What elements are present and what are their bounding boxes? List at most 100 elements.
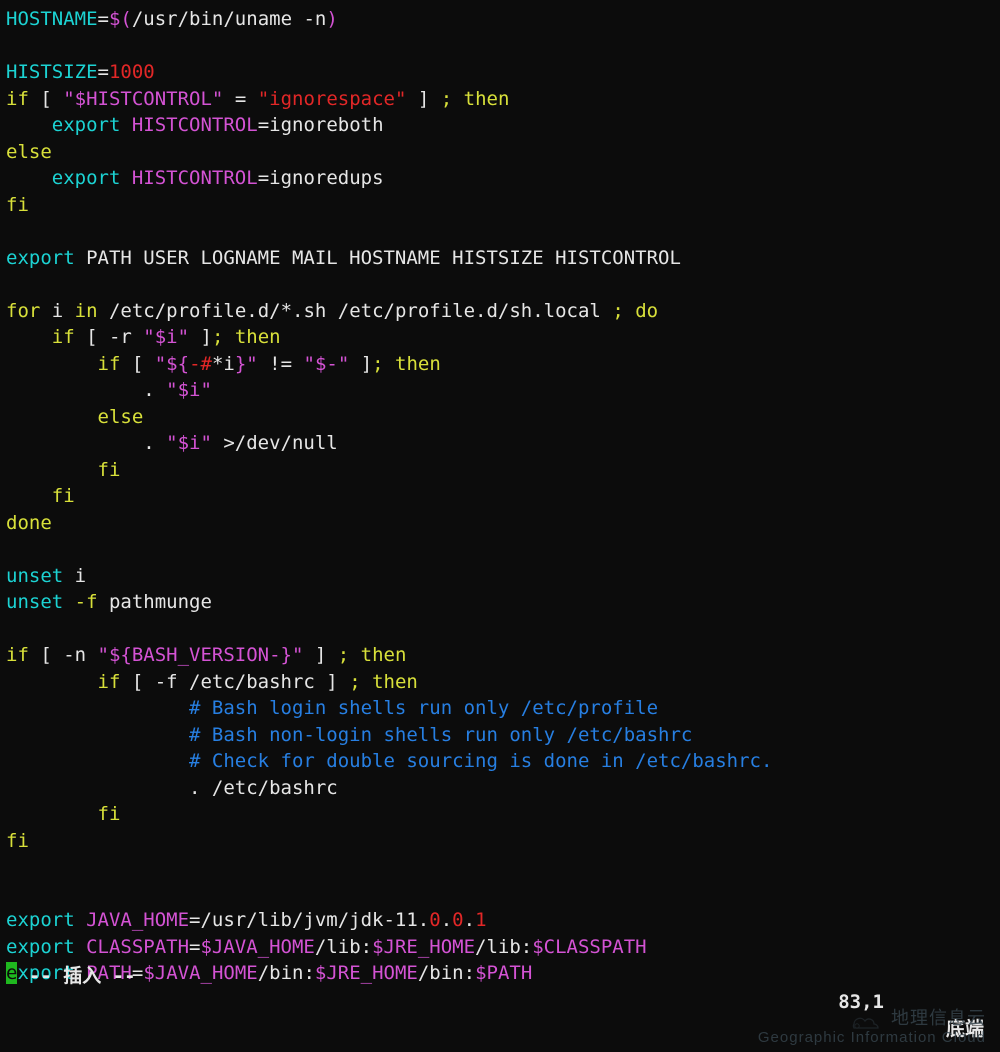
token-w: ] xyxy=(406,88,440,110)
code-line[interactable]: . /etc/bashrc xyxy=(6,775,1000,802)
token-m: "$i" xyxy=(143,326,189,348)
token-w xyxy=(6,724,189,746)
token-y: done xyxy=(6,512,52,534)
code-line[interactable]: # Check for double sourcing is done in /… xyxy=(6,748,1000,775)
token-c: HOSTNAME xyxy=(6,8,98,30)
code-line[interactable]: export JAVA_HOME=/usr/lib/jvm/jdk-11.0.0… xyxy=(6,907,1000,934)
token-r: 1 xyxy=(475,909,486,931)
code-line[interactable]: for i in /etc/profile.d/*.sh /etc/profil… xyxy=(6,298,1000,325)
token-w: . xyxy=(6,379,166,401)
code-line[interactable]: . "$i" xyxy=(6,377,1000,404)
code-line[interactable]: else xyxy=(6,404,1000,431)
token-c: unset xyxy=(6,565,63,587)
token-w: = xyxy=(98,61,109,83)
token-y: fi xyxy=(6,194,29,216)
token-w: [ -f /etc/bashrc ] xyxy=(120,671,349,693)
token-y: then xyxy=(372,671,418,693)
code-line[interactable]: if [ -r "$i" ]; then xyxy=(6,324,1000,351)
watermark-title: 地理信息云 xyxy=(891,1008,986,1028)
code-line[interactable]: if [ "${-#*i}" != "$-" ]; then xyxy=(6,351,1000,378)
code-line[interactable]: export HISTCONTROL=ignoredups xyxy=(6,165,1000,192)
token-w: != xyxy=(258,353,304,375)
token-w: [ -r xyxy=(75,326,144,348)
code-line[interactable]: export PATH USER LOGNAME MAIL HOSTNAME H… xyxy=(6,245,1000,272)
token-y: if xyxy=(98,353,121,375)
token-m: "${ xyxy=(155,353,189,375)
token-m: "$i" xyxy=(166,379,212,401)
vim-mode-indicator: -- 插入 -- xyxy=(29,965,136,987)
token-y: if xyxy=(6,88,29,110)
token-m: "$-" xyxy=(304,353,350,375)
token-y: fi xyxy=(98,803,121,825)
code-line[interactable]: export HISTCONTROL=ignoreboth xyxy=(6,112,1000,139)
code-line[interactable]: # Bash login shells run only /etc/profil… xyxy=(6,695,1000,722)
code-line[interactable]: fi xyxy=(6,192,1000,219)
code-line[interactable] xyxy=(6,616,1000,643)
code-line[interactable]: unset -f pathmunge xyxy=(6,589,1000,616)
code-line[interactable]: fi xyxy=(6,828,1000,855)
editor-viewport[interactable]: HOSTNAME=$(/usr/bin/uname -n) HISTSIZE=1… xyxy=(6,6,1000,987)
token-m: "${BASH_VERSION-}" xyxy=(98,644,304,666)
token-y: fi xyxy=(52,485,75,507)
token-m: ) xyxy=(326,8,337,30)
token-y: if xyxy=(98,671,121,693)
code-line[interactable]: if [ "$HISTCONTROL" = "ignorespace" ] ; … xyxy=(6,86,1000,113)
token-y: then xyxy=(361,644,407,666)
code-line[interactable]: fi xyxy=(6,801,1000,828)
token-c: export xyxy=(52,167,132,189)
token-y: ; xyxy=(612,300,623,322)
code-line[interactable]: if [ -n "${BASH_VERSION-}" ] ; then xyxy=(6,642,1000,669)
token-c: export xyxy=(6,909,86,931)
token-y: -f xyxy=(63,591,97,613)
token-w: = xyxy=(98,8,109,30)
token-y: if xyxy=(6,644,29,666)
token-w: i xyxy=(63,565,86,587)
token-w: [ -n xyxy=(29,644,98,666)
token-y: if xyxy=(52,326,75,348)
token-m: JAVA_HOME xyxy=(86,909,189,931)
code-line[interactable]: HOSTNAME=$(/usr/bin/uname -n) xyxy=(6,6,1000,33)
token-r: "ignorespace" xyxy=(258,88,407,110)
token-w: . xyxy=(6,432,166,454)
code-line[interactable] xyxy=(6,854,1000,881)
code-line[interactable]: # Bash non-login shells run only /etc/ba… xyxy=(6,722,1000,749)
token-r: 0 xyxy=(452,909,463,931)
token-w xyxy=(6,803,98,825)
code-line[interactable] xyxy=(6,218,1000,245)
token-m: HISTCONTROL xyxy=(132,167,258,189)
token-m: HISTCONTROL xyxy=(132,114,258,136)
code-line[interactable]: fi xyxy=(6,483,1000,510)
code-line[interactable]: . "$i" >/dev/null xyxy=(6,430,1000,457)
code-line[interactable] xyxy=(6,33,1000,60)
token-y: ; xyxy=(441,88,452,110)
code-line[interactable]: if [ -f /etc/bashrc ] ; then xyxy=(6,669,1000,696)
token-c: HISTSIZE xyxy=(6,61,98,83)
token-m: $( xyxy=(109,8,132,30)
token-y: do xyxy=(635,300,658,322)
token-w: /etc/profile.d/*.sh /etc/profile.d/sh.lo… xyxy=(98,300,613,322)
token-y: ; xyxy=(338,644,349,666)
code-line[interactable]: unset i xyxy=(6,563,1000,590)
token-w xyxy=(6,167,52,189)
token-w: /usr/bin/uname -n xyxy=(132,8,326,30)
token-y: else xyxy=(98,406,144,428)
token-w: =ignoreboth xyxy=(258,114,384,136)
token-w xyxy=(6,326,52,348)
token-m: }" xyxy=(235,353,258,375)
token-w: pathmunge xyxy=(98,591,212,613)
token-c: unset xyxy=(6,591,63,613)
token-w xyxy=(6,459,98,481)
token-y: for xyxy=(6,300,40,322)
watermark: 地理信息云 Geographic Information Cloud xyxy=(758,1010,986,1046)
code-line[interactable] xyxy=(6,271,1000,298)
code-line[interactable]: done xyxy=(6,510,1000,537)
token-w: [ xyxy=(120,353,154,375)
code-line[interactable] xyxy=(6,536,1000,563)
token-w xyxy=(361,671,372,693)
token-w xyxy=(452,88,463,110)
code-line[interactable]: else xyxy=(6,139,1000,166)
code-line[interactable]: HISTSIZE=1000 xyxy=(6,59,1000,86)
code-line[interactable] xyxy=(6,881,1000,908)
code-line[interactable]: fi xyxy=(6,457,1000,484)
token-y: fi xyxy=(98,459,121,481)
